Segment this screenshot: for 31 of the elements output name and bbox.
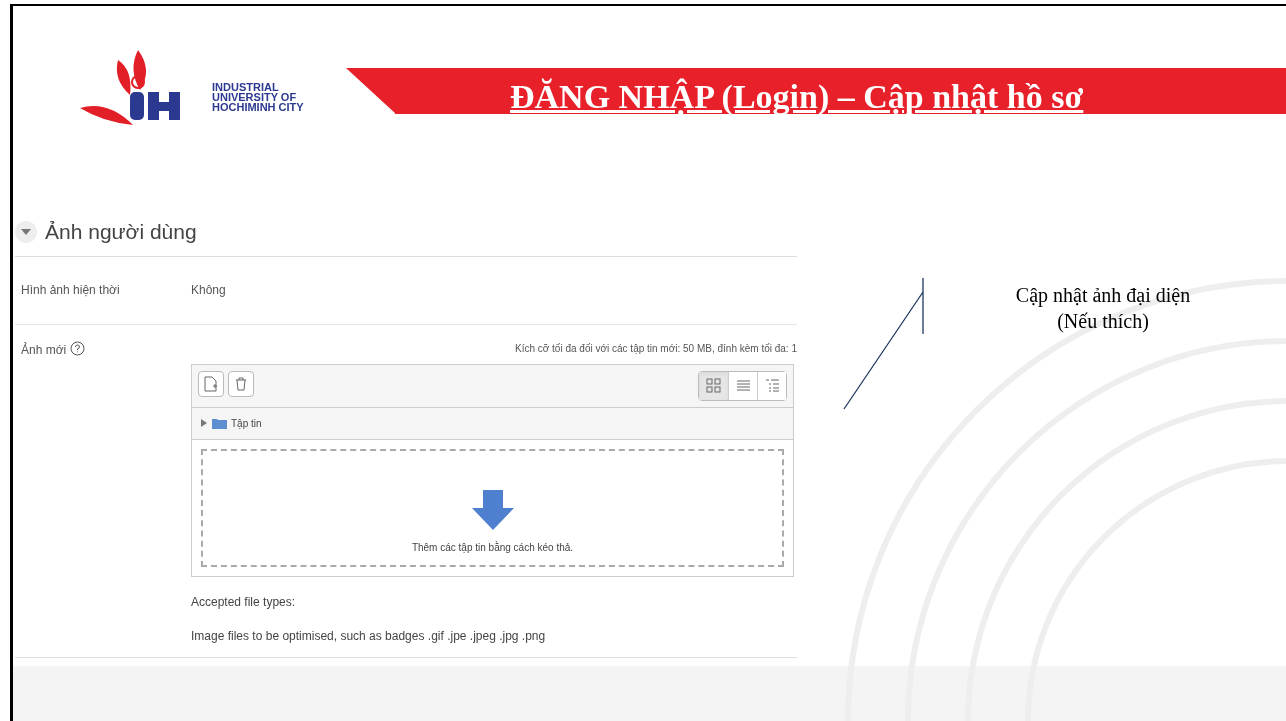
help-icon[interactable]: [70, 340, 86, 356]
delete-button[interactable]: [228, 370, 254, 397]
slide-title: ĐĂNG NHẬP (Login) – Cập nhật hồ sơ: [510, 80, 1084, 114]
field-value: Không: [191, 281, 226, 299]
logo-text: HOCHIMINH CITY: [212, 102, 304, 112]
upload-limits-text: Kích cỡ tối đa đối với các tập tin mới: 50 MB, đính kèm tối đa: 1: [514, 341, 797, 356]
list-view-icon: [735, 378, 751, 393]
folder-icon: [212, 417, 227, 429]
field-label: Hình ảnh hiện thời: [20, 281, 121, 299]
accepted-types-label: Accepted file types:: [191, 593, 297, 611]
drop-hint: Thêm các tập tin bằng cách kéo thả.: [411, 540, 574, 555]
callout-text: (Nếu thích): [1057, 309, 1149, 334]
collapse-toggle[interactable]: [15, 220, 37, 243]
caret-icon[interactable]: [200, 419, 208, 427]
drop-zone[interactable]: Thêm các tập tin bằng cách kéo thả.: [201, 448, 784, 567]
grid-view-icon: [706, 378, 721, 393]
callout-text: Cập nhật ảnh đại diện: [1015, 283, 1191, 308]
down-arrow-icon: [471, 489, 514, 530]
add-file-icon: [204, 375, 218, 392]
add-file-button[interactable]: [198, 370, 224, 397]
trash-icon: [235, 376, 247, 391]
view-button[interactable]: [757, 371, 786, 400]
field-label: Ảnh mới: [21, 341, 67, 359]
section-title: Ảnh người dùng: [45, 219, 197, 245]
view-button[interactable]: [699, 371, 728, 400]
caret-icon: [21, 228, 31, 235]
logo-text: INDUSTRIAL: [212, 82, 280, 92]
logo-text: UNIVERSITY OF: [212, 92, 298, 102]
tree-view-icon: [764, 378, 780, 393]
accepted-types-text: Image files to be optimised, such as badges .gif .jpe .jpeg .jpg .png: [191, 627, 547, 645]
folder-name[interactable]: Tập tin: [231, 415, 262, 431]
